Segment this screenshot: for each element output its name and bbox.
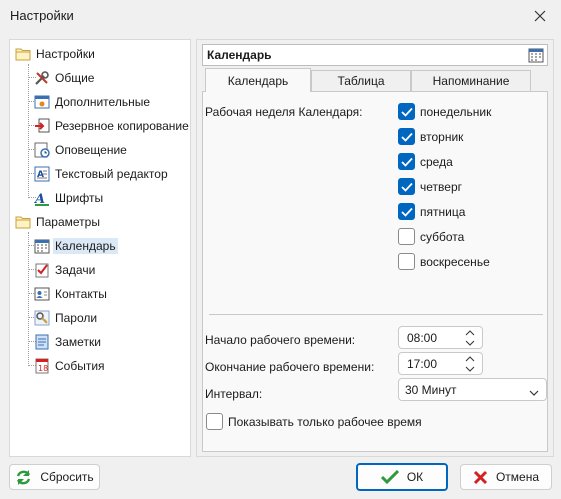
- tree-item-passwords[interactable]: Пароли: [34, 308, 97, 328]
- end-time-spinner[interactable]: 17:00: [398, 352, 483, 375]
- close-x-icon: [473, 470, 488, 485]
- passwords-icon: [34, 310, 50, 326]
- work-week-label: Рабочая неделя Календаря:: [205, 105, 363, 119]
- tree-item-contacts[interactable]: Контакты: [34, 284, 107, 304]
- tree-item-notification[interactable]: Оповещение: [34, 140, 127, 160]
- tree-root-settings[interactable]: Настройки: [15, 44, 95, 64]
- panel-title: Календарь: [207, 48, 272, 62]
- tree-item-notes[interactable]: Заметки: [34, 332, 101, 352]
- svg-text:A: A: [34, 192, 45, 206]
- tab-reminder[interactable]: Напоминание: [411, 70, 531, 91]
- contacts-icon: [34, 286, 50, 302]
- events-icon: 18: [34, 358, 50, 374]
- tree-root-parameters[interactable]: Параметры: [15, 212, 100, 232]
- folder-icon: [15, 46, 31, 62]
- day-checkbox[interactable]: [398, 228, 415, 245]
- tree-item-tasks[interactable]: Задачи: [34, 260, 95, 280]
- calendar-settings-panel: Календарь Календарь Таблица Напоминание …: [196, 39, 554, 457]
- reset-button[interactable]: Сбросить: [9, 464, 100, 490]
- day-label: понедельник: [420, 105, 492, 119]
- tools-icon: [34, 70, 50, 86]
- interval-dropdown[interactable]: 30 Минут: [398, 378, 547, 401]
- start-time-label: Начало рабочего времени:: [205, 333, 356, 347]
- ok-button[interactable]: ОК: [356, 463, 448, 491]
- settings-tree: Настройки Общие Дополнительные Резервное…: [9, 39, 191, 457]
- checkmark-icon: [380, 470, 399, 484]
- chevron-down-icon: [529, 385, 539, 399]
- fonts-icon: A: [34, 190, 50, 206]
- day-checkbox[interactable]: [398, 253, 415, 270]
- day-label: среда: [420, 155, 453, 169]
- notification-icon: [34, 142, 50, 158]
- checkmark-icon: [400, 132, 413, 142]
- separator: [209, 314, 543, 315]
- checkmark-icon: [400, 107, 413, 117]
- day-label: вторник: [420, 130, 464, 144]
- day-label: суббота: [420, 230, 465, 244]
- tree-item-advanced[interactable]: Дополнительные: [34, 92, 150, 112]
- tree-item-events[interactable]: 18 События: [34, 356, 105, 376]
- settings-window-icon: [34, 94, 50, 110]
- tree-item-backup[interactable]: Резервное копирование: [34, 116, 189, 136]
- window-title: Настройки: [10, 8, 74, 23]
- refresh-icon: [15, 469, 32, 486]
- tab-table[interactable]: Таблица: [311, 70, 411, 91]
- day-checkbox[interactable]: [398, 203, 415, 220]
- tab-calendar[interactable]: Календарь: [205, 68, 311, 92]
- day-checkbox[interactable]: [398, 178, 415, 195]
- tree-item-general[interactable]: Общие: [34, 68, 94, 88]
- notes-icon: [34, 334, 50, 350]
- folder-icon: [15, 214, 31, 230]
- calendar-icon: [34, 238, 50, 254]
- tab-page-calendar: Рабочая неделя Календаря: понедельник вто…: [202, 91, 548, 452]
- calendar-icon: [528, 47, 544, 66]
- title-bar: Настройки: [0, 0, 561, 32]
- svg-text:18: 18: [38, 364, 48, 373]
- text-editor-icon: A: [34, 166, 50, 182]
- day-label: пятница: [420, 205, 466, 219]
- start-time-spinner[interactable]: 08:00: [398, 326, 483, 349]
- checkmark-icon: [400, 207, 413, 217]
- day-checkbox[interactable]: [398, 128, 415, 145]
- interval-label: Интервал:: [205, 387, 263, 401]
- close-icon[interactable]: [527, 4, 553, 28]
- checkmark-icon: [400, 182, 413, 192]
- day-label: четверг: [420, 180, 462, 194]
- backup-icon: [34, 118, 50, 134]
- checkmark-icon: [400, 157, 413, 167]
- tree-item-fonts[interactable]: A Шрифты: [34, 188, 103, 208]
- tree-item-calendar[interactable]: Календарь: [34, 236, 118, 256]
- tasks-icon: [34, 262, 50, 278]
- up-down-arrows-icon[interactable]: [464, 355, 476, 373]
- day-checkbox[interactable]: [398, 153, 415, 170]
- panel-header: Календарь: [202, 44, 548, 66]
- cancel-button[interactable]: Отмена: [460, 464, 552, 490]
- only-work-time-label: Показывать только рабочее время: [228, 415, 422, 429]
- day-label: воскресенье: [420, 255, 490, 269]
- tree-item-text-editor[interactable]: A Текстовый редактор: [34, 164, 168, 184]
- up-down-arrows-icon[interactable]: [464, 329, 476, 347]
- only-work-time-checkbox[interactable]: [206, 413, 223, 430]
- end-time-label: Окончание рабочего времени:: [205, 360, 375, 374]
- day-checkbox[interactable]: [398, 103, 415, 120]
